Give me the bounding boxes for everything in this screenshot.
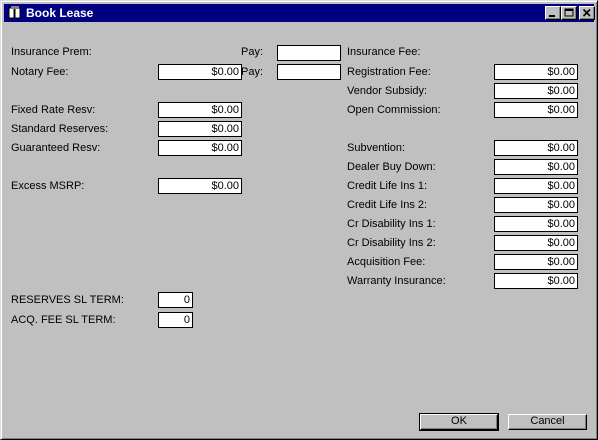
warranty-insurance-label: Warranty Insurance: — [347, 275, 446, 287]
cr-disability-ins-1-label: Cr Disability Ins 1: — [347, 218, 436, 230]
book-lease-window: Book Lease Insurance Prem: Notary Fee: $… — [0, 0, 598, 440]
insurance-fee-label: Insurance Fee: — [347, 46, 421, 58]
ok-button[interactable]: OK — [419, 413, 499, 431]
credit-life-ins-2-field[interactable]: $0.00 — [494, 197, 578, 213]
excess-msrp-label: Excess MSRP: — [11, 180, 85, 192]
credit-life-ins-1-label: Credit Life Ins 1: — [347, 180, 428, 192]
reserves-sl-term-field[interactable]: 0 — [158, 292, 193, 308]
standard-reserves-field[interactable]: $0.00 — [158, 121, 242, 137]
credit-life-ins-1-field[interactable]: $0.00 — [494, 178, 578, 194]
pay-field-1[interactable] — [277, 45, 341, 61]
subvention-value: $0.00 — [547, 142, 575, 154]
cancel-button[interactable]: Cancel — [508, 414, 587, 430]
dealer-buy-down-field[interactable]: $0.00 — [494, 159, 578, 175]
cr-disability-ins-1-field[interactable]: $0.00 — [494, 216, 578, 232]
book-icon — [7, 5, 23, 21]
credit-life-ins-2-value: $0.00 — [547, 199, 575, 211]
fixed-rate-resv-field[interactable]: $0.00 — [158, 102, 242, 118]
credit-life-ins-2-label: Credit Life Ins 2: — [347, 199, 428, 211]
vendor-subsidy-field[interactable]: $0.00 — [494, 83, 578, 99]
guaranteed-resv-label: Guaranteed Resv: — [11, 142, 101, 154]
minimize-button[interactable] — [545, 6, 561, 20]
excess-msrp-field[interactable]: $0.00 — [158, 178, 242, 194]
cr-disability-ins-2-field[interactable]: $0.00 — [494, 235, 578, 251]
fixed-rate-resv-label: Fixed Rate Resv: — [11, 104, 96, 116]
dealer-buy-down-label: Dealer Buy Down: — [347, 161, 436, 173]
acq-fee-sl-term-value: 0 — [183, 314, 190, 326]
notary-fee-field[interactable]: $0.00 — [158, 64, 242, 80]
pay-label-1: Pay: — [240, 46, 263, 58]
maximize-button[interactable] — [561, 6, 577, 20]
fixed-rate-resv-value: $0.00 — [211, 104, 239, 116]
cr-disability-ins-1-value: $0.00 — [547, 218, 575, 230]
standard-reserves-value: $0.00 — [211, 123, 239, 135]
title-bar[interactable]: Book Lease — [4, 4, 595, 22]
guaranteed-resv-value: $0.00 — [211, 142, 239, 154]
warranty-insurance-value: $0.00 — [547, 275, 575, 287]
open-commission-label: Open Commission: — [347, 104, 441, 116]
reserves-sl-term-label: RESERVES SL TERM: — [11, 294, 124, 306]
acq-fee-sl-term-field[interactable]: 0 — [158, 312, 193, 328]
window-title: Book Lease — [26, 6, 94, 20]
subvention-field[interactable]: $0.00 — [494, 140, 578, 156]
pay-label-2: Pay: — [240, 66, 263, 78]
close-button[interactable] — [579, 6, 595, 20]
vendor-subsidy-value: $0.00 — [547, 85, 575, 97]
cr-disability-ins-2-value: $0.00 — [547, 237, 575, 249]
acquisition-fee-label: Acquisition Fee: — [347, 256, 426, 268]
pay-field-2[interactable] — [277, 64, 341, 80]
vendor-subsidy-label: Vendor Subsidy: — [347, 85, 428, 97]
acq-fee-sl-term-label: ACQ. FEE SL TERM: — [11, 314, 116, 326]
warranty-insurance-field[interactable]: $0.00 — [494, 273, 578, 289]
insurance-prem-label: Insurance Prem: — [11, 46, 92, 58]
open-commission-field[interactable]: $0.00 — [494, 102, 578, 118]
open-commission-value: $0.00 — [547, 104, 575, 116]
registration-fee-label: Registration Fee: — [347, 66, 431, 78]
excess-msrp-value: $0.00 — [211, 180, 239, 192]
registration-fee-field[interactable]: $0.00 — [494, 64, 578, 80]
reserves-sl-term-value: 0 — [183, 294, 190, 306]
registration-fee-value: $0.00 — [547, 66, 575, 78]
notary-fee-label: Notary Fee: — [11, 66, 69, 78]
subvention-label: Subvention: — [347, 142, 406, 154]
standard-reserves-label: Standard Reserves: — [11, 123, 109, 135]
dealer-buy-down-value: $0.00 — [547, 161, 575, 173]
credit-life-ins-1-value: $0.00 — [547, 180, 575, 192]
cr-disability-ins-2-label: Cr Disability Ins 2: — [347, 237, 436, 249]
acquisition-fee-field[interactable]: $0.00 — [494, 254, 578, 270]
guaranteed-resv-field[interactable]: $0.00 — [158, 140, 242, 156]
acquisition-fee-value: $0.00 — [547, 256, 575, 268]
